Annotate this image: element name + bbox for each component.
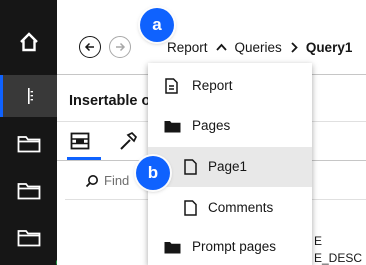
menu-item-label: Page1 [208, 159, 248, 174]
hammer-icon [120, 131, 138, 150]
left-rail [0, 0, 65, 265]
callout-b: b [136, 156, 170, 190]
chevron-up-icon[interactable] [215, 43, 227, 51]
find-placeholder: Find [104, 173, 130, 188]
breadcrumb: Report Queries Query1 [165, 38, 354, 56]
folder-button-1[interactable] [0, 123, 57, 165]
folder-icon [17, 136, 40, 153]
folder-button-2[interactable] [0, 170, 57, 212]
folder-icon [164, 241, 181, 254]
menu-item-page1[interactable]: Page1 [148, 147, 312, 187]
folder-icon [17, 230, 40, 247]
page-icon [184, 200, 197, 216]
panel-title: Insertable o [69, 93, 151, 109]
tab-toolbox[interactable] [59, 122, 101, 160]
menu-item-label: Prompt pages [192, 239, 277, 254]
forward-button[interactable] [109, 36, 131, 58]
report-icon [165, 78, 178, 94]
menu-item-label: Comments [208, 200, 274, 215]
object-name-peek-2: E_DESC [314, 251, 363, 265]
breadcrumb-queries[interactable]: Queries [235, 40, 282, 55]
breadcrumb-current[interactable]: Query1 [306, 40, 353, 55]
breadcrumb-dropdown-menu: Report Pages Page1 Comments Prompt pages [148, 63, 312, 265]
menu-item-report[interactable]: Report [148, 66, 312, 106]
menu-item-pages[interactable]: Pages [148, 106, 312, 146]
folder-icon [17, 183, 40, 200]
folder-icon [164, 120, 181, 133]
menu-item-label: Pages [192, 118, 231, 133]
page-icon [184, 159, 197, 175]
menu-item-label: Report [192, 78, 233, 93]
callout-a: a [140, 8, 174, 42]
arrow-right-icon [116, 42, 126, 52]
tab-build[interactable] [107, 122, 149, 160]
pages-panel-button[interactable] [0, 75, 57, 117]
folder-button-3[interactable] [0, 217, 57, 259]
home-icon [19, 32, 38, 52]
toolbox-icon [70, 132, 90, 150]
arrow-left-icon [84, 42, 94, 52]
menu-item-comments[interactable]: Comments [148, 188, 312, 228]
chevron-right-icon [290, 41, 298, 53]
breadcrumb-report[interactable]: Report [167, 40, 208, 55]
search-icon [85, 174, 98, 187]
object-name-peek-1: E [314, 234, 323, 248]
find-field[interactable]: Find [85, 173, 129, 188]
page-layout-icon [28, 88, 33, 104]
report-authoring-screen: Report Queries Query1 Insertable o Find … [0, 0, 366, 265]
menu-item-prompt-pages[interactable]: Prompt pages [148, 227, 312, 265]
home-button[interactable] [0, 21, 57, 63]
back-button[interactable] [79, 36, 101, 58]
